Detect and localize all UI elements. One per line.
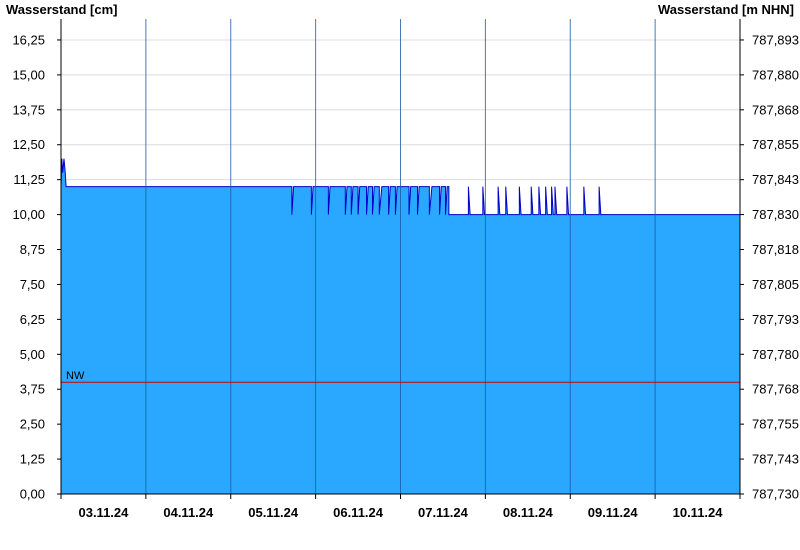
reference-line-label: NW bbox=[66, 370, 85, 382]
x-tick-label: 05.11.24 bbox=[248, 505, 299, 520]
y-tick-label-right: 787,755 bbox=[752, 417, 799, 432]
x-tick-label: 10.11.24 bbox=[673, 505, 724, 520]
y-tick-label-left: 15,00 bbox=[12, 67, 45, 82]
y-ticks-left: 0,00 1,25 2,50 3,75 5,00 6,25 7,50 8,75 10,00 11,… bbox=[12, 32, 61, 502]
y-tick-label-right: 787,830 bbox=[752, 207, 799, 222]
y-ticks-right: 787,730 787,743 787,755 787,768 787,780 787,7… bbox=[740, 32, 799, 502]
y-tick-label-left: 1,25 bbox=[20, 452, 45, 467]
y-tick-label-left: 6,25 bbox=[20, 312, 45, 327]
y-tick-label-right: 787,868 bbox=[752, 102, 799, 117]
x-tick-label: 06.11.24 bbox=[333, 505, 384, 520]
water-level-chart: NW 0,00 1,25 2,50 3,75 5,00 6,25 7,50 8,75 10,00… bbox=[12, 19, 799, 520]
y-tick-label-left: 12,50 bbox=[12, 137, 45, 152]
x-tick-label: 07.11.24 bbox=[418, 505, 469, 520]
y-tick-label-right: 787,743 bbox=[752, 452, 799, 467]
y-tick-label-right: 787,768 bbox=[752, 382, 799, 397]
y-tick-label-left: 13,75 bbox=[12, 102, 45, 117]
y-tick-label-right: 787,818 bbox=[752, 242, 799, 257]
y-tick-label-left: 16,25 bbox=[12, 32, 45, 47]
x-tick-label: 04.11.24 bbox=[163, 505, 214, 520]
x-tick-label: 03.11.24 bbox=[78, 505, 129, 520]
x-tick-label: 08.11.24 bbox=[503, 505, 554, 520]
y-tick-label-right: 787,780 bbox=[752, 347, 799, 362]
y-tick-label-right: 787,855 bbox=[752, 137, 799, 152]
y-tick-label-left: 5,00 bbox=[20, 347, 45, 362]
y-tick-label-left: 7,50 bbox=[20, 277, 45, 292]
y-tick-label-right: 787,805 bbox=[752, 277, 799, 292]
y-tick-label-left: 2,50 bbox=[20, 417, 45, 432]
y-tick-label-left: 10,00 bbox=[12, 207, 45, 222]
y-tick-label-right: 787,730 bbox=[752, 487, 799, 502]
y-tick-label-right: 787,893 bbox=[752, 32, 799, 47]
x-ticks: 03.11.24 04.11.24 05.11.24 06.11.24 07.11.24… bbox=[60, 494, 741, 520]
x-tick-label: 09.11.24 bbox=[588, 505, 639, 520]
y-tick-label-left: 11,25 bbox=[13, 172, 45, 187]
y-tick-label-left: 8,75 bbox=[20, 242, 45, 257]
y-tick-label-right: 787,793 bbox=[752, 312, 799, 327]
y-tick-label-right: 787,843 bbox=[752, 172, 799, 187]
y-tick-label-left: 0,00 bbox=[20, 487, 45, 502]
y-tick-label-right: 787,880 bbox=[752, 67, 799, 82]
y-tick-label-left: 3,75 bbox=[20, 382, 45, 397]
